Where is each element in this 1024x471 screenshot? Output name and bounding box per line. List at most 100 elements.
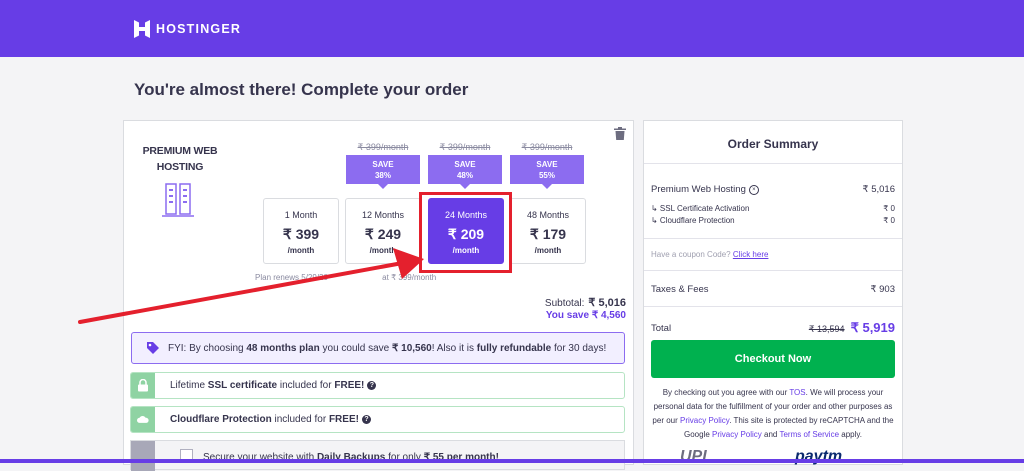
coupon-prompt: Have a coupon Code? Click here: [651, 250, 768, 259]
plan-option-12-months[interactable]: 12 Months ₹ 249 /month: [345, 198, 421, 264]
taxes-label: Taxes & Fees: [651, 284, 709, 295]
save-percent: 55%: [538, 171, 555, 180]
fyi-text-part: ! Also it is: [431, 342, 477, 354]
help-icon[interactable]: ?: [367, 381, 377, 390]
fyi-refundable: fully refundable: [476, 342, 552, 354]
upi-logo: UPI: [680, 448, 707, 465]
save-badge-24m: SAVE 48%: [428, 155, 502, 184]
fyi-text-part: you could save: [319, 342, 392, 354]
fyi-saving: ₹ 10,560: [392, 342, 432, 354]
taxes-value: ₹ 903: [870, 284, 895, 295]
divider: [644, 306, 902, 307]
trash-icon[interactable]: [614, 127, 626, 140]
plan-price: ₹ 249: [364, 226, 402, 242]
legal-text: By checking out you agree with our TOS. …: [651, 386, 895, 442]
selected-plan-highlight: [419, 192, 512, 273]
plan-per-month: /month: [369, 246, 397, 255]
summary-sub-ssl: ↳ SSL Certificate Activation ₹ 0: [651, 204, 895, 213]
brand-name: HOSTINGER: [156, 22, 242, 36]
product-title: PREMIUM WEB HOSTING: [138, 143, 222, 175]
subtotal-label: Subtotal:: [544, 298, 585, 309]
plan-period: 1 Month: [284, 210, 318, 220]
summary-sub-value: ₹ 0: [883, 216, 895, 225]
remove-icon[interactable]: ×: [748, 185, 759, 195]
summary-sub-cloudflare: ↳ Cloudflare Protection ₹ 0: [651, 216, 895, 225]
feature-text-part: Lifetime: [170, 380, 208, 391]
plan-option-1-month[interactable]: 1 Month ₹ 399 /month: [263, 198, 339, 264]
save-badge-48m: SAVE 55%: [510, 155, 584, 184]
save-badge-notch: [378, 184, 388, 189]
feature-free: FREE!: [334, 380, 365, 391]
feature-cloudflare: Cloudflare Protection included for FREE!…: [130, 406, 625, 433]
lock-icon: [131, 373, 155, 398]
help-icon[interactable]: ?: [361, 415, 371, 424]
price-tag-icon: [147, 342, 159, 354]
plan-price: ₹ 179: [529, 226, 567, 242]
renew-note-price: at ₹ 399/month: [382, 273, 437, 282]
checkout-now-button[interactable]: Checkout Now: [651, 340, 895, 378]
bottom-bar: [0, 459, 1024, 463]
old-price-24m: ₹ 399/month: [439, 142, 491, 152]
fyi-text-part: for 30 days!: [551, 342, 607, 354]
plan-option-48-months[interactable]: 48 Months ₹ 179 /month: [510, 198, 586, 264]
old-price-48m: ₹ 399/month: [521, 142, 573, 152]
feature-cloudflare-name: Cloudflare Protection: [170, 414, 272, 425]
legal-text-part: By checking out you agree with our: [662, 388, 790, 397]
renew-note: Plan renews 5/29/20 at ₹ 399/month: [255, 273, 436, 282]
summary-item-hosting: Premium Web Hosting × ₹ 5,016: [651, 184, 895, 195]
legal-text-part: apply.: [839, 430, 863, 439]
feature-ssl: Lifetime SSL certificate included for FR…: [130, 372, 625, 399]
total-old-price: ₹ 13,594: [808, 324, 845, 334]
summary-sub-value: ₹ 0: [883, 204, 895, 213]
terms-of-service-link[interactable]: Terms of Service: [779, 430, 839, 439]
save-badge-notch: [460, 184, 470, 189]
summary-total: Total ₹ 13,594 ₹ 5,919: [651, 320, 895, 336]
summary-sub-label: ↳ Cloudflare Protection: [651, 216, 735, 225]
tos-link[interactable]: TOS: [789, 388, 805, 397]
product-title-line2: HOSTING: [156, 161, 204, 173]
fyi-text-part: FYI: By choosing: [168, 342, 247, 354]
fyi-text: FYI: By choosing 48 months plan you coul…: [168, 343, 606, 354]
feature-ssl-name: SSL certificate: [207, 380, 278, 391]
privacy-policy-link[interactable]: Privacy Policy: [680, 416, 729, 425]
subtotal: Subtotal: ₹ 5,016: [545, 296, 626, 309]
feature-text-part: included for: [271, 414, 329, 425]
total-label: Total: [651, 322, 672, 334]
coupon-question: Have a coupon Code?: [651, 250, 731, 259]
plan-per-month: /month: [534, 246, 562, 255]
hostinger-h-icon: [134, 20, 150, 38]
paytm-logo: paytm: [795, 448, 843, 465]
feature-text-part: included for: [277, 380, 335, 391]
plan-period: 12 Months: [361, 210, 405, 220]
plan-period: 48 Months: [526, 210, 570, 220]
save-percent: 38%: [374, 171, 391, 180]
legal-text-part: and: [761, 430, 780, 439]
old-price-12m: ₹ 399/month: [357, 142, 409, 152]
divider: [644, 163, 902, 164]
addon-daily-backups: Secure your website with Daily Backups f…: [130, 440, 625, 471]
order-summary-title: Order Summary: [727, 137, 819, 151]
fyi-banner: FYI: By choosing 48 months plan you coul…: [131, 332, 625, 364]
divider: [644, 238, 902, 239]
page-title: You're almost there! Complete your order: [134, 80, 469, 99]
feature-free: FREE!: [328, 414, 359, 425]
google-privacy-link[interactable]: Privacy Policy: [712, 430, 762, 439]
save-label: SAVE: [536, 160, 558, 169]
cloud-icon: [131, 407, 155, 432]
total-price: ₹ 5,919: [850, 320, 895, 335]
subtotal-value: ₹ 5,016: [588, 297, 626, 309]
save-label: SAVE: [454, 160, 476, 169]
plan-per-month: /month: [287, 246, 315, 255]
plan-price: ₹ 399: [282, 226, 320, 242]
summary-item-label: Premium Web Hosting: [651, 184, 746, 195]
database-icon: [131, 441, 155, 471]
coupon-link[interactable]: Click here: [733, 250, 769, 259]
save-percent: 48%: [456, 171, 473, 180]
hosting-server-icon: [162, 183, 194, 217]
hostinger-logo[interactable]: HOSTINGER: [134, 20, 241, 38]
save-label: SAVE: [372, 160, 394, 169]
save-badge-notch: [542, 184, 552, 189]
save-badge-12m: SAVE 38%: [346, 155, 420, 184]
divider: [644, 270, 902, 271]
product-title-line1: PREMIUM WEB: [142, 145, 218, 157]
